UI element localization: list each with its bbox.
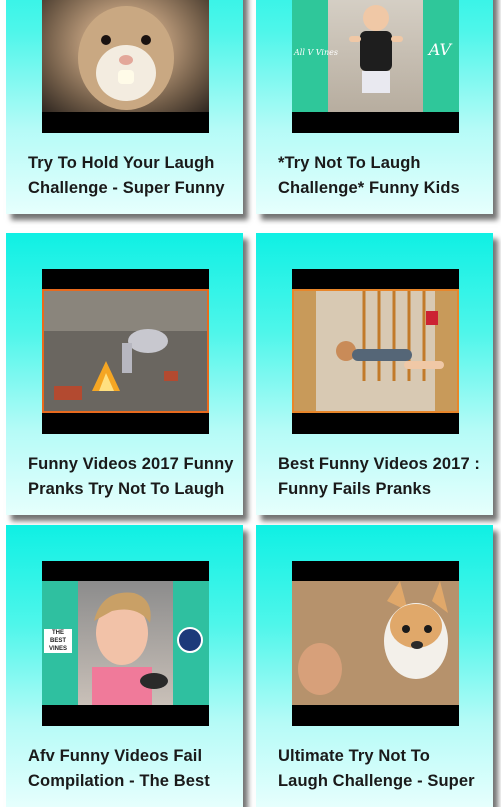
hamster-image: [42, 0, 209, 112]
video-card[interactable]: All V Vines AV *Try Not To Laugh Challen…: [256, 0, 493, 214]
video-thumbnail[interactable]: All V Vines AV: [292, 0, 459, 133]
watermark-right: AV: [428, 40, 451, 59]
video-title[interactable]: *Try Not To Laugh Challenge* Funny Kids: [278, 151, 493, 201]
video-thumbnail[interactable]: THE BEST VINES: [42, 561, 209, 726]
video-thumbnail[interactable]: [292, 561, 459, 726]
video-thumbnail[interactable]: [42, 0, 209, 133]
kid-gate-image: [292, 289, 459, 413]
video-card[interactable]: Ultimate Try Not To Laugh Challenge - Su…: [256, 525, 493, 807]
video-thumbnail[interactable]: [42, 269, 209, 434]
video-thumbnail[interactable]: [292, 269, 459, 434]
video-title[interactable]: Best Funny Videos 2017 : Funny Fails Pra…: [278, 452, 493, 502]
video-card[interactable]: Best Funny Videos 2017 : Funny Fails Pra…: [256, 233, 493, 515]
watermark-left: All V Vines: [294, 48, 338, 57]
video-card[interactable]: Try To Hold Your Laugh Challenge - Super…: [6, 0, 243, 214]
video-card[interactable]: THE BEST VINES Afv Funny Videos Fail Com…: [6, 525, 243, 807]
toddler-image: All V Vines AV: [292, 0, 459, 112]
video-title[interactable]: Funny Videos 2017 Funny Pranks Try Not T…: [28, 452, 243, 502]
video-title[interactable]: Try To Hold Your Laugh Challenge - Super…: [28, 151, 243, 201]
best-vines-label: THE BEST VINES: [44, 629, 72, 653]
girl-car-image: THE BEST VINES: [42, 581, 209, 705]
man-fire-image: [42, 289, 209, 413]
corgi-image: [292, 581, 459, 705]
v-logo-icon: [177, 627, 203, 653]
video-title[interactable]: Afv Funny Videos Fail Compilation - The …: [28, 744, 243, 794]
video-card[interactable]: Funny Videos 2017 Funny Pranks Try Not T…: [6, 233, 243, 515]
video-title[interactable]: Ultimate Try Not To Laugh Challenge - Su…: [278, 744, 493, 794]
